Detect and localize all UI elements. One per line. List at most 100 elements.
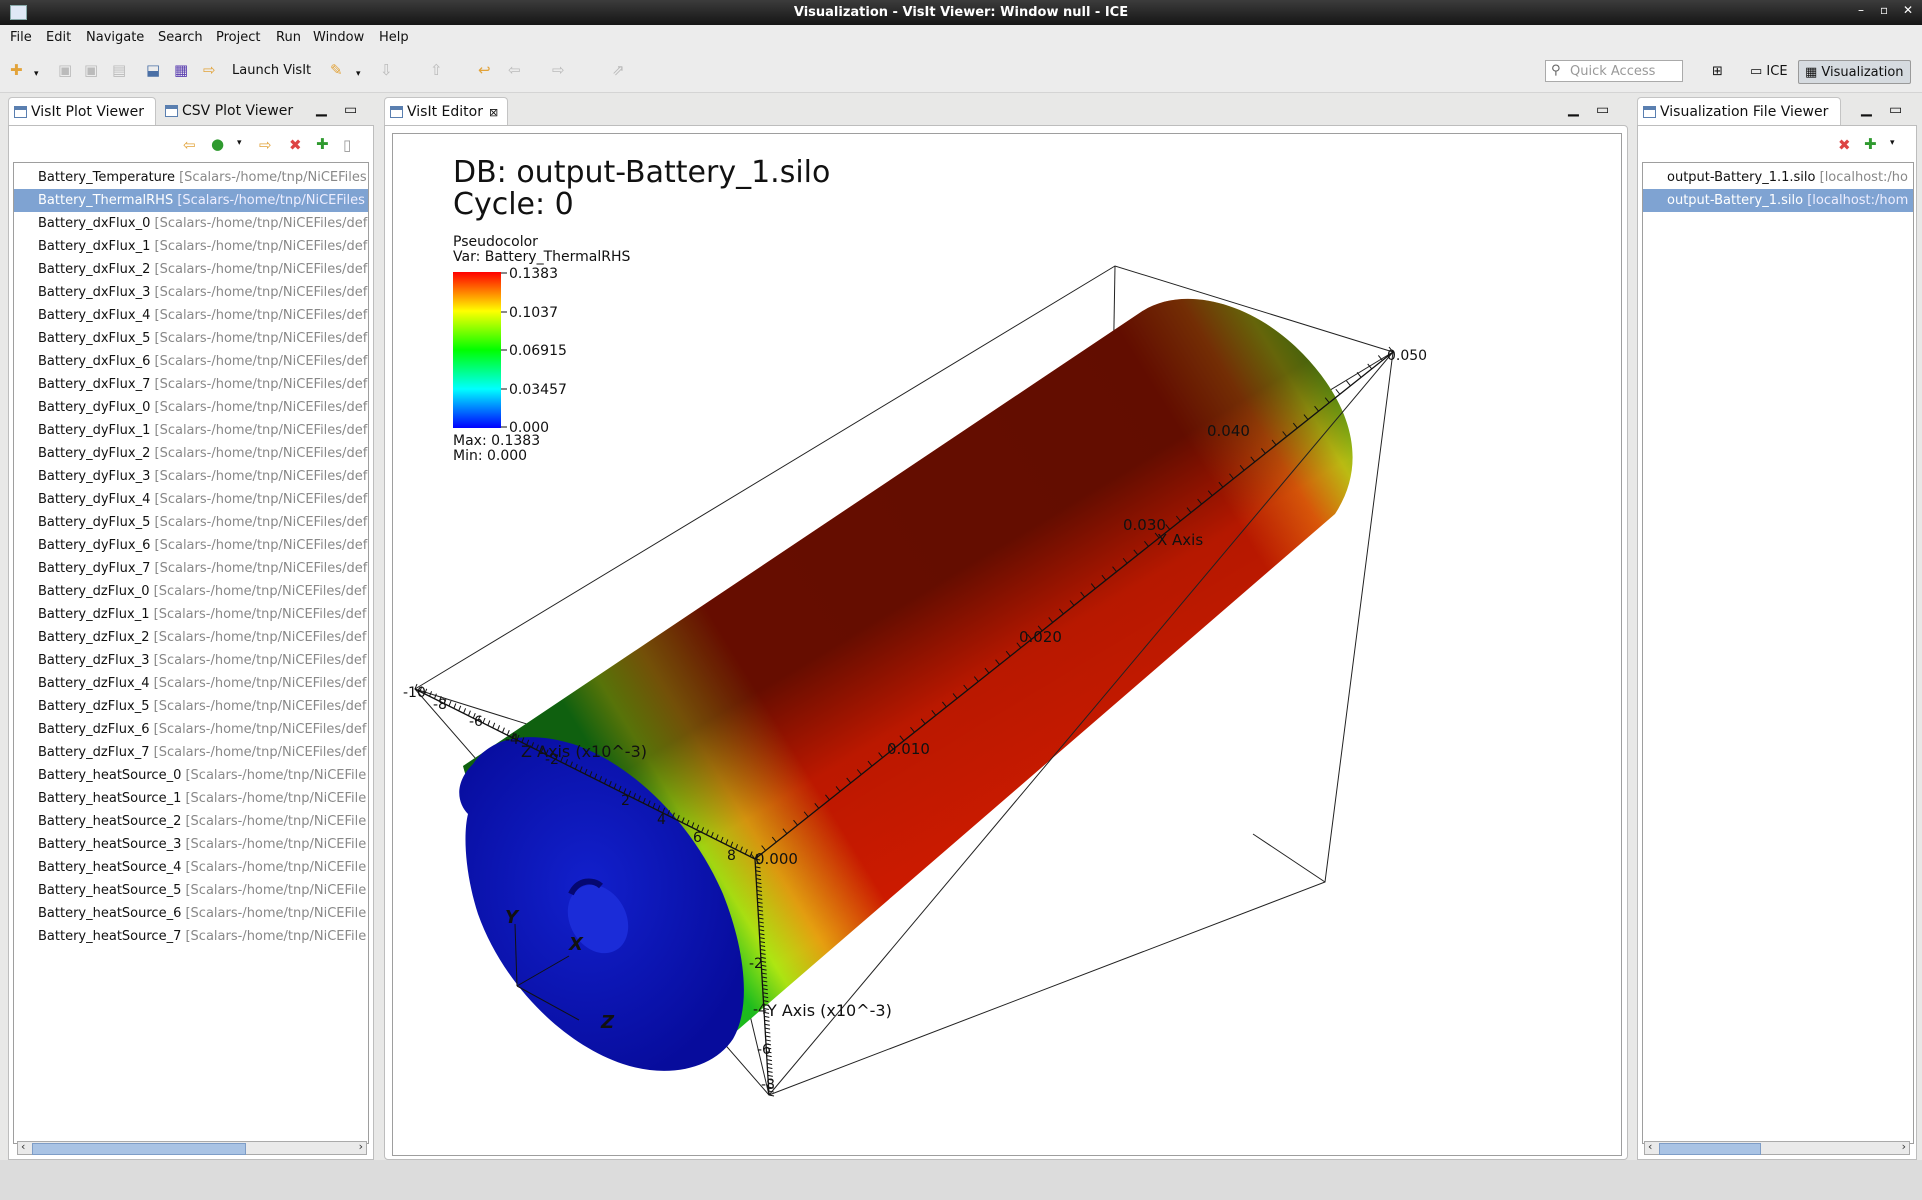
plot-list-item[interactable]: Battery_dzFlux_2 [Scalars-/home/tnp/NiCE…: [14, 626, 368, 649]
menu-project[interactable]: Project: [216, 30, 260, 45]
menu-window[interactable]: Window: [313, 30, 364, 45]
scroll-right-icon[interactable]: ›: [1902, 1140, 1906, 1153]
plot-list-item[interactable]: Battery_Temperature [Scalars-/home/tnp/N…: [14, 166, 368, 189]
menu-file[interactable]: File: [10, 30, 32, 45]
minimize-view-icon[interactable]: ▁: [316, 101, 327, 117]
plot-list-item[interactable]: Battery_dxFlux_7 [Scalars-/home/tnp/NiCE…: [14, 373, 368, 396]
maximize-editor-icon[interactable]: ▭: [1596, 102, 1609, 118]
menu-navigate[interactable]: Navigate: [86, 30, 144, 45]
prev-annotation-icon[interactable]: ⇧: [430, 62, 443, 78]
plot-list-item[interactable]: Battery_dxFlux_2 [Scalars-/home/tnp/NiCE…: [14, 258, 368, 281]
plot-list-item[interactable]: Battery_dyFlux_1 [Scalars-/home/tnp/NiCE…: [14, 419, 368, 442]
plot-list-item[interactable]: Battery_heatSource_7 [Scalars-/home/tnp/…: [14, 925, 368, 948]
perspective-visualization[interactable]: ▦ Visualization: [1798, 60, 1911, 84]
plot-list-item[interactable]: Battery_dzFlux_0 [Scalars-/home/tnp/NiCE…: [14, 580, 368, 603]
plot-list-item[interactable]: Battery_dyFlux_2 [Scalars-/home/tnp/NiCE…: [14, 442, 368, 465]
remove-file-icon[interactable]: ✖: [1838, 136, 1851, 154]
tool-icon[interactable]: ✎: [330, 62, 343, 78]
menu-edit[interactable]: Edit: [46, 30, 71, 45]
play-dropdown-icon[interactable]: ▾: [237, 138, 242, 148]
minimize-editor-icon[interactable]: ▁: [1568, 101, 1579, 117]
menu-search[interactable]: Search: [158, 30, 203, 45]
remove-icon[interactable]: ✖: [289, 136, 302, 154]
left-scroll-thumb[interactable]: [32, 1143, 246, 1155]
menu-run[interactable]: Run: [276, 30, 301, 45]
plot-list-item[interactable]: Battery_dxFlux_6 [Scalars-/home/tnp/NiCE…: [14, 350, 368, 373]
play-icon[interactable]: ●: [211, 135, 224, 153]
plot-list-item[interactable]: Battery_dxFlux_5 [Scalars-/home/tnp/NiCE…: [14, 327, 368, 350]
plot-list-item[interactable]: Battery_heatSource_4 [Scalars-/home/tnp/…: [14, 856, 368, 879]
add-icon[interactable]: ✚: [316, 135, 329, 153]
plot-list-item[interactable]: Battery_heatSource_2 [Scalars-/home/tnp/…: [14, 810, 368, 833]
previous-icon[interactable]: ⇦: [183, 136, 196, 154]
plot-list-item[interactable]: Battery_dzFlux_3 [Scalars-/home/tnp/NiCE…: [14, 649, 368, 672]
scroll-right-icon[interactable]: ›: [359, 1140, 363, 1153]
plot-list-item[interactable]: Battery_dzFlux_1 [Scalars-/home/tnp/NiCE…: [14, 603, 368, 626]
tab-visit-editor[interactable]: VisIt Editor ⊠: [384, 97, 508, 125]
plot-list-item[interactable]: Battery_heatSource_0 [Scalars-/home/tnp/…: [14, 764, 368, 787]
new-dropdown-icon[interactable]: ▾: [34, 66, 39, 82]
open-perspective-button[interactable]: ⊞: [1706, 60, 1729, 84]
add-file-icon[interactable]: ✚: [1864, 135, 1877, 153]
plot-list-item[interactable]: Battery_ThermalRHS [Scalars-/home/tnp/Ni…: [14, 189, 368, 212]
forward-icon[interactable]: ⇨: [552, 62, 565, 78]
quick-access-input[interactable]: ⚲ Quick Access: [1545, 60, 1683, 82]
plot-list-item[interactable]: Battery_heatSource_6 [Scalars-/home/tnp/…: [14, 902, 368, 925]
minimize-right-icon[interactable]: ▁: [1861, 101, 1872, 117]
tool-dropdown-icon[interactable]: ▾: [356, 66, 361, 82]
close-window-button[interactable]: ✕: [1903, 3, 1913, 17]
maximize-right-icon[interactable]: ▭: [1889, 102, 1902, 118]
launch-visit-icon[interactable]: ⇨: [203, 62, 216, 78]
plot-list-item[interactable]: Battery_dzFlux_6 [Scalars-/home/tnp/NiCE…: [14, 718, 368, 741]
plot-list-item[interactable]: Battery_dxFlux_1 [Scalars-/home/tnp/NiCE…: [14, 235, 368, 258]
file-list-item[interactable]: output-Battery_1.1.silo [localhost:/ho: [1643, 166, 1913, 189]
save-icon[interactable]: ▣: [58, 62, 72, 78]
last-edit-icon[interactable]: ↩: [478, 62, 491, 78]
maximize-view-icon[interactable]: ▭: [344, 102, 357, 118]
tab-visit-plot-viewer[interactable]: VisIt Plot Viewer: [8, 97, 156, 125]
plot-list-item[interactable]: Battery_dyFlux_4 [Scalars-/home/tnp/NiCE…: [14, 488, 368, 511]
page-icon[interactable]: ▯: [343, 136, 351, 154]
scroll-left-icon[interactable]: ‹: [1648, 1140, 1652, 1153]
plot-list-item[interactable]: Battery_dyFlux_0 [Scalars-/home/tnp/NiCE…: [14, 396, 368, 419]
perspective-ice[interactable]: ▭ ICE: [1744, 60, 1794, 84]
next-annotation-icon[interactable]: ⇩: [380, 62, 393, 78]
next-icon[interactable]: ⇨: [259, 136, 272, 154]
minimize-button[interactable]: –: [1858, 3, 1864, 17]
import-icon[interactable]: ⬓: [146, 62, 160, 78]
tab-visualization-file-viewer[interactable]: Visualization File Viewer: [1637, 97, 1841, 125]
plot-list-item[interactable]: Battery_dxFlux_4 [Scalars-/home/tnp/NiCE…: [14, 304, 368, 327]
plot-list-item[interactable]: Battery_dyFlux_7 [Scalars-/home/tnp/NiCE…: [14, 557, 368, 580]
plot-list-item[interactable]: Battery_dxFlux_0 [Scalars-/home/tnp/NiCE…: [14, 212, 368, 235]
maximize-button[interactable]: ▫: [1880, 3, 1888, 17]
add-file-dropdown-icon[interactable]: ▾: [1890, 138, 1895, 148]
launch-visit-button[interactable]: Launch VisIt: [232, 63, 311, 79]
render-canvas[interactable]: 0.000 0.010 0.020 0.030 0.040 0.050 X Ax…: [393, 134, 1621, 1155]
plot-list-item[interactable]: Battery_heatSource_3 [Scalars-/home/tnp/…: [14, 833, 368, 856]
menu-help[interactable]: Help: [379, 30, 409, 45]
close-tab-icon[interactable]: ⊠: [489, 106, 498, 119]
plot-list-item-label: Battery_dzFlux_2: [38, 630, 150, 645]
plot-list-item[interactable]: Battery_dyFlux_6 [Scalars-/home/tnp/NiCE…: [14, 534, 368, 557]
scroll-left-icon[interactable]: ‹: [21, 1140, 25, 1153]
plot-list-item[interactable]: Battery_dxFlux_3 [Scalars-/home/tnp/NiCE…: [14, 281, 368, 304]
plot-list-item[interactable]: Battery_dyFlux_5 [Scalars-/home/tnp/NiCE…: [14, 511, 368, 534]
plot-list-item[interactable]: Battery_heatSource_5 [Scalars-/home/tnp/…: [14, 879, 368, 902]
plot-list-item[interactable]: Battery_dyFlux_3 [Scalars-/home/tnp/NiCE…: [14, 465, 368, 488]
back-icon[interactable]: ⇦: [508, 62, 521, 78]
plot-list-item[interactable]: Battery_dzFlux_7 [Scalars-/home/tnp/NiCE…: [14, 741, 368, 764]
right-horizontal-scrollbar[interactable]: ‹ ›: [1644, 1140, 1910, 1155]
new-icon[interactable]: ✚: [10, 62, 23, 78]
visit-render-window[interactable]: 0.000 0.010 0.020 0.030 0.040 0.050 X Ax…: [392, 133, 1622, 1156]
save-all-icon[interactable]: ▣: [84, 62, 98, 78]
plot-list-item[interactable]: Battery_dzFlux_4 [Scalars-/home/tnp/NiCE…: [14, 672, 368, 695]
print-icon[interactable]: ▤: [112, 62, 126, 78]
pin-icon[interactable]: ⇗: [612, 62, 625, 78]
left-horizontal-scrollbar[interactable]: ‹ ›: [17, 1140, 367, 1155]
tab-csv-plot-viewer[interactable]: CSV Plot Viewer: [160, 97, 310, 125]
file-list-item[interactable]: output-Battery_1.silo [localhost:/hom: [1643, 189, 1913, 212]
plot-list-item[interactable]: Battery_dzFlux_5 [Scalars-/home/tnp/NiCE…: [14, 695, 368, 718]
grid-icon[interactable]: ▦: [174, 62, 188, 78]
plot-list-item[interactable]: Battery_heatSource_1 [Scalars-/home/tnp/…: [14, 787, 368, 810]
right-scroll-thumb[interactable]: [1659, 1143, 1761, 1155]
